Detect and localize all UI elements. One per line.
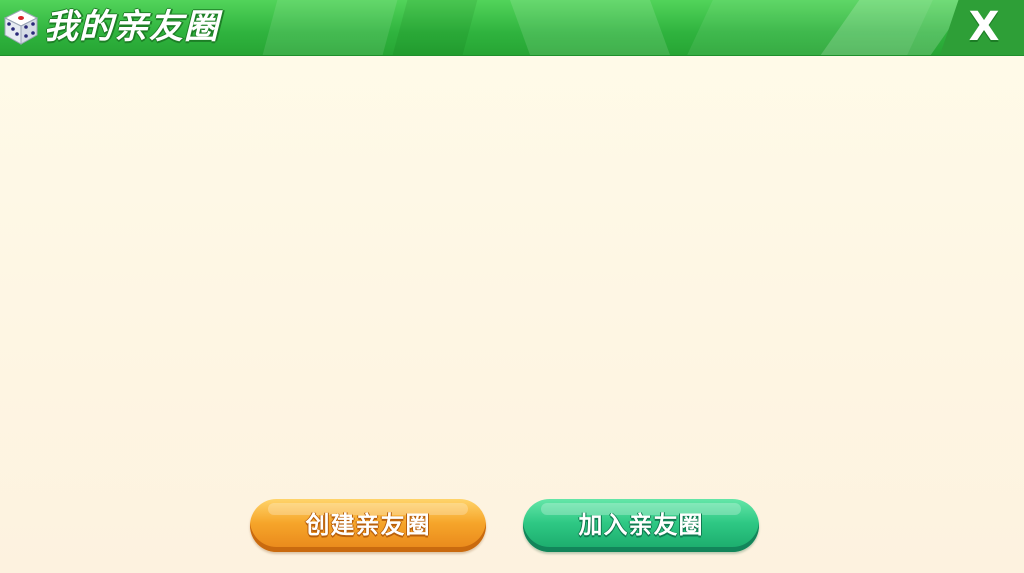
- close-icon[interactable]: X: [962, 6, 1006, 48]
- header-decoration: [509, 0, 671, 55]
- header-decoration: [392, 0, 478, 55]
- join-button-label: 加入亲友圈: [578, 511, 704, 539]
- create-friend-circle-button[interactable]: 创建亲友圈: [250, 499, 486, 552]
- create-button-label: 创建亲友圈: [305, 511, 431, 539]
- join-friend-circle-button[interactable]: 加入亲友圈: [523, 499, 759, 552]
- title-bar: 我的亲友圈 X: [0, 0, 1024, 56]
- page-title: 我的亲友圈: [44, 7, 219, 47]
- header-decoration: [262, 0, 398, 55]
- friend-circle-screen: 我的亲友圈 X 创建亲友圈 加入亲友圈: [0, 0, 1024, 573]
- dice-icon: [3, 9, 39, 45]
